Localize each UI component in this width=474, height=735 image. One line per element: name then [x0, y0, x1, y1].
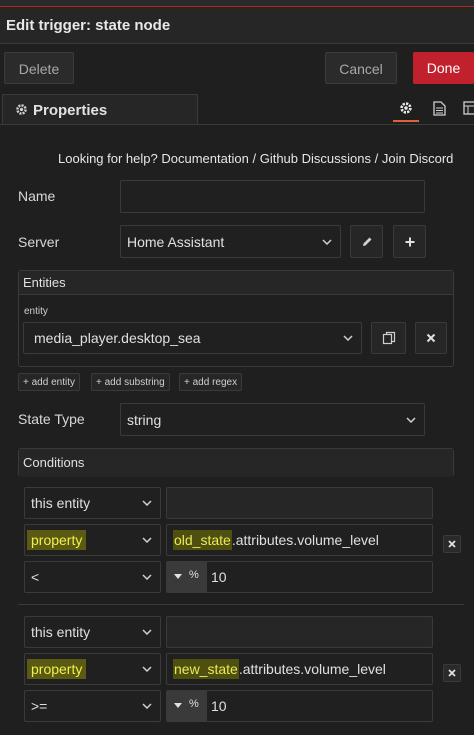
close-icon	[426, 333, 436, 343]
chevron-down-icon	[142, 703, 152, 709]
conditions-title: Conditions	[23, 455, 85, 470]
conditions-header: Conditions	[19, 449, 453, 477]
gear-icon	[400, 102, 412, 114]
remove-condition-button[interactable]	[443, 535, 461, 553]
condition-target-input[interactable]	[166, 487, 433, 519]
caret-down-icon	[174, 574, 182, 579]
pencil-icon	[362, 237, 371, 246]
condition-target-input[interactable]	[166, 616, 433, 648]
caret-down-icon	[174, 703, 182, 708]
state-type-value: string	[127, 411, 162, 428]
dialog-titlebar: Edit trigger: state node	[0, 7, 474, 44]
tab-settings[interactable]	[393, 96, 419, 122]
help-prefix: Looking for help?	[58, 151, 158, 166]
property-highlight: new_state	[173, 659, 239, 679]
property-rest: .attributes.volume_level	[238, 661, 386, 677]
dialog-toolbar: Delete Cancel Done	[0, 44, 474, 94]
close-icon	[448, 540, 456, 548]
value-type-button[interactable]: %	[167, 691, 207, 721]
delete-button[interactable]: Delete	[4, 52, 74, 84]
name-label: Name	[18, 188, 56, 204]
chevron-down-icon	[142, 629, 152, 635]
add-entity-button[interactable]: + add entity	[18, 373, 80, 391]
entities-title: Entities	[23, 275, 66, 290]
chevron-down-icon	[142, 500, 152, 506]
tab-properties[interactable]: Properties	[2, 94, 198, 124]
close-icon	[448, 669, 456, 677]
number-type-icon: %	[189, 569, 199, 581]
server-label: Server	[18, 234, 60, 250]
server-value: Home Assistant	[127, 233, 225, 250]
value-type-button[interactable]: %	[167, 562, 207, 592]
entity-value: media_player.desktop_sea	[34, 330, 201, 346]
help-line: Looking for help? Documentation / Github…	[58, 151, 453, 166]
server-select[interactable]: Home Assistant	[120, 225, 341, 258]
state-type-select[interactable]: string	[120, 403, 425, 436]
top-accent-bar	[0, 0, 474, 7]
plus-icon	[405, 237, 414, 246]
tab-appearance[interactable]	[458, 96, 474, 122]
github-discussions-link[interactable]: Github Discussions	[260, 151, 371, 166]
condition-operator-value: >=	[31, 698, 48, 714]
condition-property-type-select[interactable]: property	[24, 653, 161, 685]
property-highlight: old_state	[173, 530, 232, 550]
help-separator: /	[252, 151, 257, 166]
add-regex-button[interactable]: + add regex	[179, 373, 243, 391]
gear-icon	[16, 104, 27, 115]
grid-icon	[463, 101, 474, 115]
add-server-button[interactable]	[393, 225, 426, 258]
condition-property-type-value: property	[27, 659, 87, 679]
condition-target-select[interactable]: this entity	[24, 616, 161, 648]
chevron-down-icon	[322, 238, 332, 245]
chevron-down-icon	[142, 574, 152, 580]
condition-target-value: this entity	[31, 495, 91, 511]
condition-value-input[interactable]: % 10	[166, 690, 433, 722]
condition-operator-select[interactable]: <	[24, 561, 161, 593]
remove-entity-button[interactable]	[415, 322, 447, 354]
condition-property-input[interactable]: new_state.attributes.volume_level	[166, 653, 433, 685]
property-rest: .attributes.volume_level	[231, 532, 379, 548]
document-icon	[433, 101, 446, 116]
chevron-down-icon	[142, 666, 152, 672]
documentation-link[interactable]: Documentation	[161, 151, 248, 166]
entity-label: entity	[24, 306, 48, 317]
condition-property-type-select[interactable]: property	[24, 524, 161, 556]
condition-target-select[interactable]: this entity	[24, 487, 161, 519]
entity-select[interactable]: media_player.desktop_sea	[23, 322, 362, 354]
cancel-button[interactable]: Cancel	[325, 52, 397, 84]
condition-property-input[interactable]: old_state.attributes.volume_level	[166, 524, 433, 556]
name-input[interactable]	[120, 180, 425, 213]
condition-operator-select[interactable]: >=	[24, 690, 161, 722]
condition-divider	[18, 604, 464, 605]
tab-divider	[0, 124, 474, 125]
chevron-down-icon	[142, 537, 152, 543]
condition-property-value: old_state.attributes.volume_level	[173, 530, 379, 550]
state-type-label: State Type	[18, 411, 85, 427]
condition-property-value: new_state.attributes.volume_level	[173, 659, 386, 679]
dialog-title: Edit trigger: state node	[6, 17, 171, 34]
entities-header: Entities	[19, 271, 453, 295]
chevron-down-icon	[406, 416, 416, 423]
conditions-box: Conditions	[18, 448, 454, 477]
condition-value: 10	[211, 569, 227, 585]
number-type-icon: %	[189, 698, 199, 710]
done-button[interactable]: Done	[413, 52, 474, 84]
entities-box: Entities entity media_player.desktop_sea	[18, 270, 454, 367]
edit-server-button[interactable]	[350, 225, 383, 258]
copy-icon	[382, 331, 395, 345]
copy-entity-button[interactable]	[371, 322, 406, 354]
condition-value-input[interactable]: % 10	[166, 561, 433, 593]
help-separator: /	[374, 151, 379, 166]
condition-property-type-value: property	[27, 530, 87, 550]
remove-condition-button[interactable]	[443, 664, 461, 682]
tab-bar: Properties	[0, 94, 474, 124]
condition-target-value: this entity	[31, 624, 91, 640]
add-substring-button[interactable]: + add substring	[91, 373, 170, 391]
condition-operator-value: <	[31, 569, 40, 585]
chevron-down-icon	[343, 335, 353, 341]
tab-properties-label: Properties	[33, 102, 108, 119]
tab-description[interactable]	[427, 96, 453, 122]
join-discord-link[interactable]: Join Discord	[382, 151, 454, 166]
condition-value: 10	[211, 698, 227, 714]
